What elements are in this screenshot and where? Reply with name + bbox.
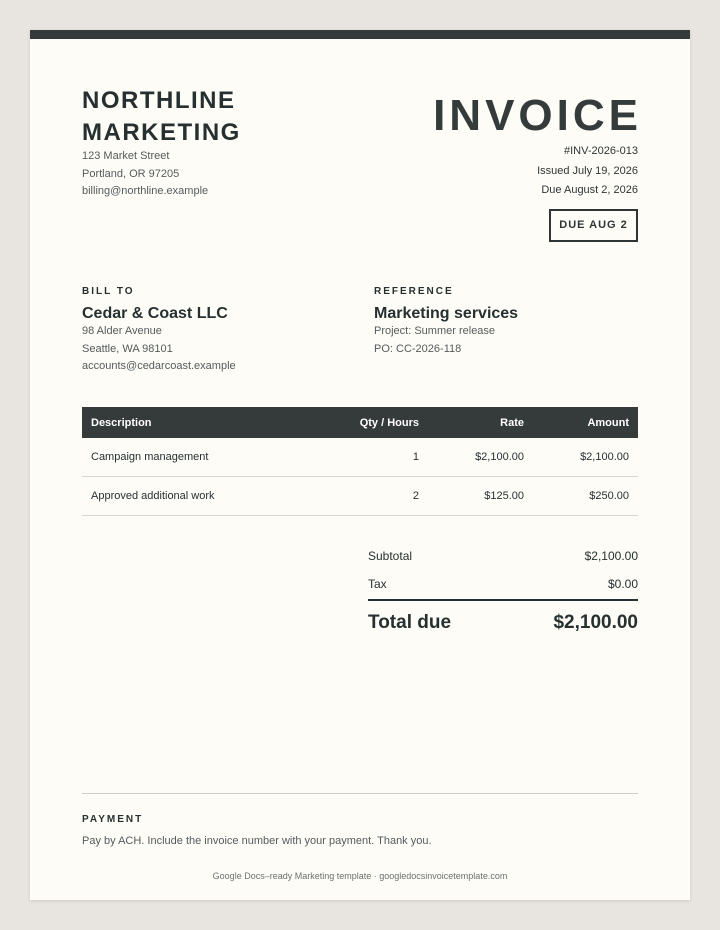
invoice-meta: #INV-2026-013 Issued July 19, 2026 Due A…	[537, 142, 638, 201]
invoice-due-date: Due August 2, 2026	[541, 184, 638, 196]
reference-project: Project: Summer release	[374, 325, 496, 337]
subtotal-row: Subtotal $2,100.00	[368, 542, 638, 570]
invoice-issued-date: Issued July 19, 2026	[537, 164, 638, 177]
bill-to-street: 98 Alder Avenue	[82, 325, 162, 337]
payment-label: PAYMENT	[82, 814, 144, 825]
invoice-title: INVOICE	[433, 91, 642, 140]
header-rate: Rate	[500, 416, 524, 429]
template-credit: Google Docs–ready Marketing template · g…	[212, 871, 508, 881]
item-rate: $2,100.00	[428, 438, 533, 477]
header-qty: Qty / Hours	[359, 416, 419, 429]
header-amount: Amount	[587, 416, 629, 429]
bill-to-label: BILL TO	[82, 286, 135, 297]
reference-label: REFERENCE	[374, 286, 454, 297]
item-description: Campaign management	[82, 438, 312, 477]
table-row: Campaign management 1 $2,100.00 $2,100.0…	[82, 438, 638, 477]
tax-label: Tax	[368, 577, 387, 591]
company-name: NORTHLINE MARKETING	[82, 87, 241, 146]
totals-block: Subtotal $2,100.00 Tax $0.00 Total due $…	[368, 542, 638, 634]
total-due-value: $2,100.00	[553, 612, 638, 633]
header-description: Description	[91, 416, 152, 429]
item-rate: $125.00	[428, 476, 533, 516]
tax-row: Tax $0.00	[368, 570, 638, 598]
item-qty: 2	[312, 476, 428, 516]
reference-po: PO: CC-2026-118	[374, 342, 462, 355]
total-due-row: Total due $2,100.00	[368, 601, 638, 634]
subtotal-value: $2,100.00	[584, 549, 638, 563]
invoice-number: #INV-2026-013	[564, 145, 638, 157]
company-street: 123 Market Street	[82, 150, 170, 162]
reference-details: Project: Summer release PO: CC-2026-118	[374, 323, 495, 358]
tax-value: $0.00	[607, 577, 638, 591]
footer-divider	[82, 793, 638, 794]
item-amount: $250.00	[533, 476, 638, 516]
item-description: Approved additional work	[82, 476, 312, 516]
total-due-label: Total due	[368, 612, 452, 633]
bill-to-address: 98 Alder Avenue Seattle, WA 98101 accoun…	[82, 323, 236, 376]
company-city: Portland, OR 97205	[82, 167, 180, 180]
item-qty: 1	[312, 438, 428, 477]
line-items-table: Description Qty / Hours Rate Amount Camp…	[82, 407, 638, 516]
top-accent-bar	[30, 30, 690, 39]
table-header-row: Description Qty / Hours Rate Amount	[82, 407, 638, 438]
bill-to-name: Cedar & Coast LLC	[82, 305, 228, 322]
reference-title: Marketing services	[374, 305, 519, 322]
bill-to-email: accounts@cedarcoast.example	[82, 360, 236, 372]
company-email: billing@northline.example	[82, 185, 209, 197]
bill-to-city: Seattle, WA 98101	[82, 342, 173, 355]
item-amount: $2,100.00	[533, 438, 638, 477]
company-address: 123 Market Street Portland, OR 97205 bil…	[82, 148, 208, 201]
subtotal-label: Subtotal	[368, 549, 413, 563]
due-badge: DUE AUG 2	[549, 209, 638, 242]
invoice-page: NORTHLINE MARKETING 123 Market Street Po…	[30, 30, 690, 900]
table-row: Approved additional work 2 $125.00 $250.…	[82, 476, 638, 516]
payment-note: Pay by ACH. Include the invoice number w…	[82, 835, 432, 847]
